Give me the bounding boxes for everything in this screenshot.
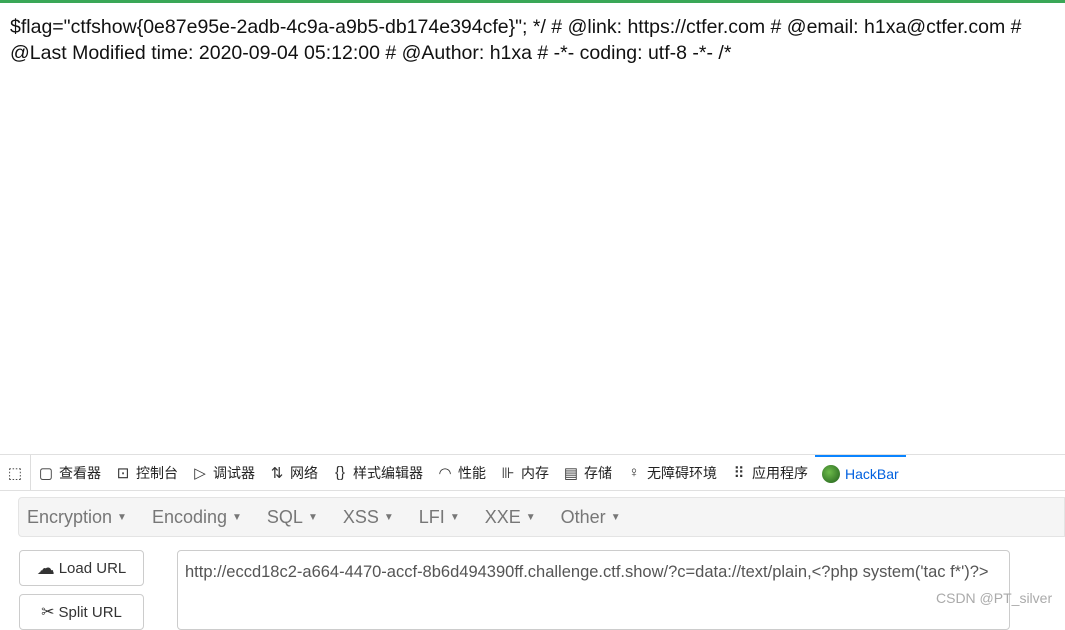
tab-label: 查看器 <box>59 464 101 481</box>
caret-down-icon: ▼ <box>525 512 536 524</box>
accessibility-icon: ♀ <box>628 464 640 481</box>
menu-label: Encryption <box>27 506 113 527</box>
tab-hackbar[interactable]: HackBar <box>815 455 906 490</box>
button-label: Load URL <box>58 559 127 577</box>
menu-other[interactable]: Other ▼ <box>561 507 621 528</box>
menu-label: XSS <box>342 506 379 527</box>
memory-icon: ⊪ <box>501 464 515 482</box>
tab-style-editor[interactable]: {} 样式编辑器 <box>325 455 430 490</box>
tab-label: 样式编辑器 <box>353 464 423 481</box>
tab-debugger[interactable]: ▷ 调试器 <box>185 455 262 490</box>
tab-label: 无障碍环境 <box>647 464 717 481</box>
style-editor-icon: {} <box>334 464 346 481</box>
caret-down-icon: ▼ <box>117 512 127 524</box>
caret-down-icon: ▼ <box>449 512 460 524</box>
button-label: Split URL <box>58 603 122 621</box>
tab-label: 应用程序 <box>752 464 808 481</box>
devtools-toolbar: ⬚ ▢ 查看器 ⊡ 控制台 ▷ 调试器 ⇅ 网络 {} 样式编辑器 ◠ 性能 ⊪ 内存 ▤ 存储… <box>0 454 1065 491</box>
watermark: CSDN @PT_silver <box>936 590 1053 606</box>
tab-label: 存储 <box>584 464 612 481</box>
tab-network[interactable]: ⇅ 网络 <box>262 455 325 490</box>
application-icon: ⠿ <box>733 464 745 482</box>
tab-console[interactable]: ⊡ 控制台 <box>108 455 185 490</box>
menu-lfi[interactable]: LFI ▼ <box>419 507 460 528</box>
comment-output-line: 2020-09-04 05:12:00 # @Author: h1xa # -*… <box>198 42 732 64</box>
pointer-icon: ⬚ <box>7 464 23 482</box>
tab-label: 性能 <box>458 464 486 481</box>
tab-inspector[interactable]: ▢ 查看器 <box>31 455 108 490</box>
load-url-button[interactable]: ☁ Load URL <box>19 550 144 586</box>
caret-down-icon: ▼ <box>307 512 318 524</box>
menu-label: XXE <box>484 506 521 527</box>
caret-down-icon: ▼ <box>383 512 394 524</box>
menu-label: SQL <box>266 506 303 527</box>
network-icon: ⇅ <box>270 464 284 482</box>
cloud-download-icon: ☁ <box>36 557 55 578</box>
tab-application[interactable]: ⠿ 应用程序 <box>724 455 815 490</box>
menu-label: Other <box>560 506 606 527</box>
split-url-button[interactable]: ✂ Split URL <box>19 594 144 630</box>
menu-label: LFI <box>418 506 445 527</box>
tab-memory[interactable]: ⊪ 内存 <box>493 455 556 490</box>
debugger-icon: ▷ <box>194 464 206 482</box>
tab-label: 调试器 <box>213 464 255 481</box>
hackbar-icon <box>822 464 840 483</box>
tab-label: HackBar <box>845 465 899 482</box>
menu-sql[interactable]: SQL ▼ <box>267 507 318 528</box>
caret-down-icon: ▼ <box>610 512 621 524</box>
menu-xxe[interactable]: XXE ▼ <box>485 507 536 528</box>
menu-xss[interactable]: XSS ▼ <box>343 507 394 528</box>
menu-label: Encoding <box>151 506 228 527</box>
menu-encryption[interactable]: Encryption ▼ <box>27 507 127 528</box>
url-textarea[interactable]: http://eccd18c2-a664-4470-accf-8b6d49439… <box>177 550 1010 630</box>
scissors-icon: ✂ <box>41 604 55 621</box>
page-top-border <box>0 0 1065 3</box>
performance-icon: ◠ <box>438 464 452 482</box>
tab-storage[interactable]: ▤ 存储 <box>556 455 619 490</box>
menu-encoding[interactable]: Encoding ▼ <box>152 507 242 528</box>
page-content: $flag="ctfshow{0e87e95e-2adb-4c9a-a9b5-d… <box>10 14 1060 66</box>
inspector-icon: ▢ <box>38 464 54 482</box>
tab-label: 网络 <box>290 464 318 481</box>
caret-down-icon: ▼ <box>232 512 242 524</box>
element-picker-button[interactable]: ⬚ <box>0 455 31 490</box>
tab-performance[interactable]: ◠ 性能 <box>430 455 493 490</box>
tab-label: 控制台 <box>136 464 178 481</box>
hackbar-menubar: Encryption ▼ Encoding ▼ SQL ▼ XSS ▼ LFI ▼ XXE… <box>18 497 1065 537</box>
console-icon: ⊡ <box>116 464 130 482</box>
storage-icon: ▤ <box>563 464 579 482</box>
tab-label: 内存 <box>521 464 549 481</box>
tab-accessibility[interactable]: ♀ 无障碍环境 <box>619 455 724 490</box>
